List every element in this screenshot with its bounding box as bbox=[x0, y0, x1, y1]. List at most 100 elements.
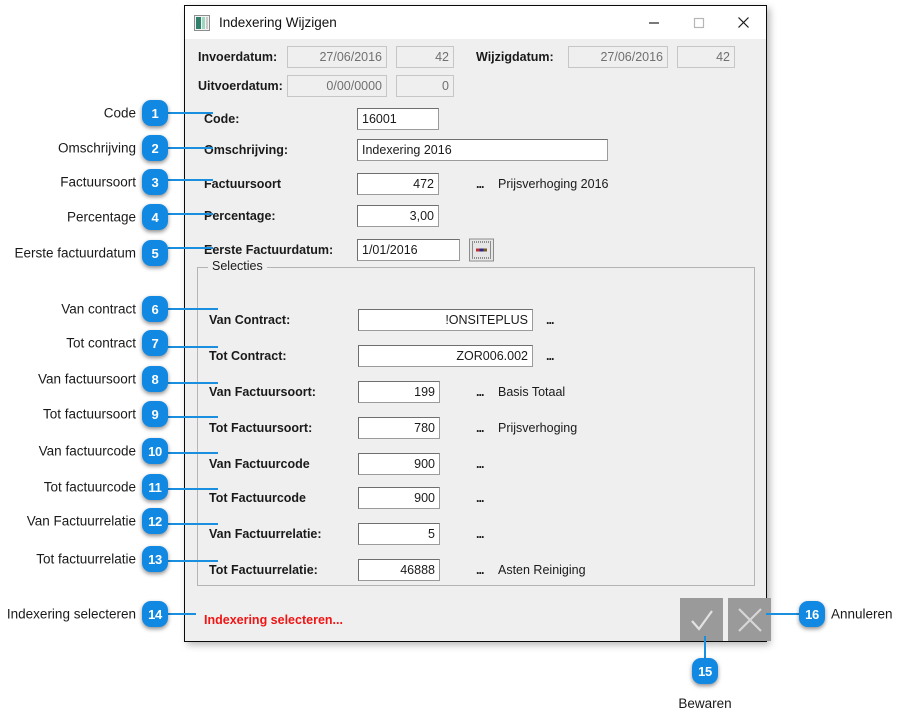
maximize-icon[interactable] bbox=[676, 6, 721, 39]
selecties-group: Selecties Van Contract: !ONSITEPLUS... Tot… bbox=[197, 260, 755, 586]
selecties-row-label: Van Factuursoort: bbox=[209, 384, 316, 399]
annotation-badge-10: 10 bbox=[142, 438, 168, 464]
annotation-label-12: Van Factuurrelatie bbox=[26, 513, 136, 529]
wijzigdatum-field: 27/06/2016 bbox=[568, 46, 668, 68]
selecties-row-label: Tot Factuurrelatie: bbox=[209, 562, 318, 577]
uitvoerdatum-user-field: 0 bbox=[396, 75, 454, 97]
close-icon[interactable] bbox=[721, 6, 766, 39]
annotation-badge-5: 5 bbox=[142, 240, 168, 266]
annotation-connector bbox=[704, 636, 706, 658]
factuursoort-input[interactable]: 472 bbox=[357, 173, 439, 195]
selecties-row-label: Van Factuurcode bbox=[209, 456, 310, 471]
annotation-badge-16: 16 bbox=[799, 601, 825, 627]
annotation-label-9: Tot factuursoort bbox=[42, 406, 136, 422]
eerste-factuurdatum-label: Eerste Factuurdatum: bbox=[204, 242, 334, 257]
selecties-row-lookup-button[interactable]: ... bbox=[476, 458, 484, 471]
annotation-label-5: Eerste factuurdatum bbox=[14, 245, 136, 261]
annotation-label-4: Percentage bbox=[66, 209, 136, 225]
annotation-label-15: Bewaren bbox=[678, 696, 732, 711]
selecties-row-label: Van Contract: bbox=[209, 312, 291, 327]
selecties-row-lookup-button[interactable]: ... bbox=[476, 386, 484, 399]
annotation-badge-14: 14 bbox=[142, 601, 168, 627]
annotation-badge-8: 8 bbox=[142, 366, 168, 392]
selecties-row-input[interactable]: 900 bbox=[358, 487, 440, 509]
factuursoort-lookup-button[interactable]: ... bbox=[476, 178, 484, 191]
annotation-badge-4: 4 bbox=[142, 204, 168, 230]
selecties-row-lookup-button[interactable]: ... bbox=[476, 564, 484, 577]
annotation-label-16: Annuleren bbox=[831, 606, 893, 622]
selecties-row-lookup-button[interactable]: ... bbox=[476, 528, 484, 541]
annotation-badge-2: 2 bbox=[142, 135, 168, 161]
selecties-row-input[interactable]: 199 bbox=[358, 381, 440, 403]
annotation-connector bbox=[766, 613, 799, 615]
selecties-row-lookup-button[interactable]: ... bbox=[546, 350, 554, 363]
annotation-badge-7: 7 bbox=[142, 330, 168, 356]
annotation-connector bbox=[168, 416, 218, 418]
annotation-badge-15: 15 bbox=[692, 658, 718, 684]
selecties-row-input[interactable]: 46888 bbox=[358, 559, 440, 581]
annotation-label-6: Van contract bbox=[61, 301, 136, 317]
checkmark-icon bbox=[690, 609, 713, 631]
annotation-label-11: Tot factuurcode bbox=[43, 479, 136, 495]
selecties-row-input[interactable]: ZOR006.002 bbox=[358, 345, 533, 367]
annotation-connector bbox=[168, 523, 218, 525]
window-title: Indexering Wijzigen bbox=[219, 15, 337, 30]
selecties-row-input[interactable]: 780 bbox=[358, 417, 440, 439]
eerste-factuurdatum-input[interactable]: 1/01/2016 bbox=[357, 239, 460, 261]
status-message: Indexering selecteren... bbox=[204, 612, 343, 627]
omschrijving-label: Omschrijving: bbox=[204, 142, 289, 157]
annotation-label-14: Indexering selecteren bbox=[6, 606, 136, 622]
code-input[interactable]: 16001 bbox=[357, 108, 439, 130]
annotation-label-7: Tot contract bbox=[66, 335, 136, 351]
selecties-group-title: Selecties bbox=[208, 260, 267, 273]
selecties-row-input[interactable]: !ONSITEPLUS bbox=[358, 309, 533, 331]
selecties-row-description: Basis Totaal bbox=[498, 384, 566, 399]
annotation-connector bbox=[168, 147, 213, 149]
ellipsis-icon bbox=[476, 248, 487, 252]
annotation-badge-11: 11 bbox=[142, 474, 168, 500]
annotation-connector bbox=[168, 452, 218, 454]
annotation-label-13: Tot factuurrelatie bbox=[36, 551, 136, 567]
window-controls bbox=[631, 6, 766, 39]
annotation-connector bbox=[168, 382, 218, 384]
annotation-connector bbox=[168, 613, 196, 615]
selecties-row-label: Tot Contract: bbox=[209, 348, 287, 363]
cross-icon bbox=[737, 607, 762, 632]
code-label: Code: bbox=[204, 111, 240, 126]
percentage-input[interactable]: 3,00 bbox=[357, 205, 439, 227]
annotation-badge-6: 6 bbox=[142, 296, 168, 322]
selecties-row-input[interactable]: 5 bbox=[358, 523, 440, 545]
omschrijving-input[interactable]: Indexering 2016 bbox=[357, 139, 608, 161]
focus-ring bbox=[472, 241, 491, 259]
selecties-row-label: Tot Factuurcode bbox=[209, 490, 306, 505]
percentage-label: Percentage: bbox=[204, 208, 276, 223]
annotation-connector bbox=[168, 488, 218, 490]
save-button[interactable] bbox=[680, 598, 723, 641]
selecties-row-description: Asten Reiniging bbox=[498, 562, 586, 577]
annotation-badge-1: 1 bbox=[142, 100, 168, 126]
annotation-label-8: Van factuursoort bbox=[37, 371, 136, 387]
selecties-row-lookup-button[interactable]: ... bbox=[476, 422, 484, 435]
uitvoerdatum-field: 0/00/0000 bbox=[287, 75, 387, 97]
annotation-connector bbox=[168, 346, 218, 348]
indexering-wijzigen-dialog: Indexering Wijzigen Invoerdatum: 27/06/2… bbox=[184, 5, 771, 642]
selecties-row-lookup-button[interactable]: ... bbox=[476, 492, 484, 505]
minimize-icon[interactable] bbox=[631, 6, 676, 39]
annotation-label-2: Omschrijving bbox=[57, 140, 136, 156]
annotation-connector bbox=[168, 308, 218, 310]
selecties-row-description: Prijsverhoging bbox=[498, 420, 578, 435]
cancel-button[interactable] bbox=[728, 598, 771, 641]
wijzigdatum-label: Wijzigdatum: bbox=[476, 49, 554, 64]
title-bar[interactable]: Indexering Wijzigen bbox=[185, 6, 766, 39]
annotation-label-3: Factuursoort bbox=[60, 174, 136, 190]
annotation-badge-12: 12 bbox=[142, 508, 168, 534]
app-window-icon bbox=[194, 14, 210, 31]
selecties-row-lookup-button[interactable]: ... bbox=[546, 314, 554, 327]
annotation-connector bbox=[168, 213, 213, 215]
selecties-row-input[interactable]: 900 bbox=[358, 453, 440, 475]
invoerdatum-field: 27/06/2016 bbox=[287, 46, 387, 68]
wijzigdatum-user-field: 42 bbox=[677, 46, 735, 68]
annotation-connector bbox=[168, 247, 213, 249]
annotation-label-1: Code bbox=[103, 105, 136, 121]
eerste-factuurdatum-browse-button[interactable] bbox=[469, 238, 494, 262]
